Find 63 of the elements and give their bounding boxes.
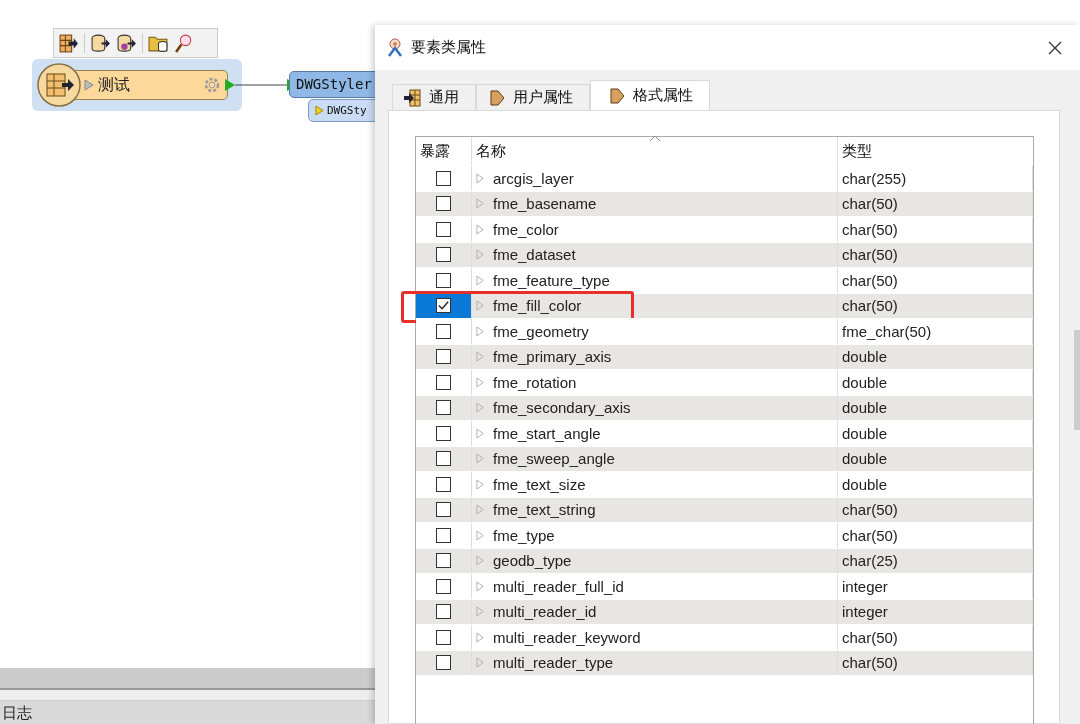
scroll-bar[interactable] (0, 668, 375, 690)
checkbox[interactable] (436, 578, 451, 594)
table-cell: fme_text_size (472, 472, 838, 497)
dialog-title: 要素类属性 (411, 38, 487, 57)
checkbox[interactable] (436, 451, 451, 467)
table-cell: fme_feature_type (472, 268, 838, 293)
arrow-icon (607, 85, 627, 106)
scroll-bar[interactable] (1074, 330, 1080, 430)
table-cell: char(50) (838, 650, 1033, 675)
close-icon[interactable] (1047, 39, 1063, 56)
column-header[interactable]: 类型 (838, 137, 1033, 165)
checkbox[interactable] (436, 221, 451, 237)
arrow-icon (487, 87, 507, 108)
table-cell: fme_geometry (472, 319, 838, 344)
table-cell: fme_char(50) (838, 319, 1033, 344)
checkbox[interactable] (436, 476, 451, 492)
table-cell: double (838, 421, 1033, 446)
table-cell: fme_start_angle (472, 421, 838, 446)
table-cell: char(50) (838, 268, 1033, 293)
checkbox[interactable] (436, 655, 451, 671)
database-export-icon[interactable] (90, 32, 111, 54)
checkbox[interactable] (436, 553, 451, 569)
table-cell: fme_rotation (472, 370, 838, 395)
table-cell: double (838, 370, 1033, 395)
sort-caret-icon[interactable] (649, 135, 661, 142)
checkbox[interactable] (436, 629, 451, 645)
table-cell: double (838, 472, 1033, 497)
checkbox[interactable] (436, 272, 451, 288)
checkbox[interactable] (436, 323, 451, 339)
table-cell: char(50) (838, 217, 1033, 242)
wizard-icon (385, 37, 405, 58)
log-tab[interactable]: 日志 (2, 704, 32, 721)
table-cell: arcgis_layer (472, 166, 838, 191)
tab[interactable]: 格式属性 (590, 80, 710, 110)
port-arrow-icon (315, 105, 324, 116)
checkbox[interactable] (436, 527, 451, 543)
checkbox[interactable] (436, 604, 451, 620)
checkbox[interactable] (436, 374, 451, 390)
table-export-icon (36, 62, 82, 108)
checkbox[interactable] (436, 400, 451, 416)
table-cell: multi_reader_keyword (472, 625, 838, 650)
tab[interactable]: 用户属性 (476, 84, 590, 110)
checkbox[interactable] (436, 170, 451, 186)
table-cell: integer (838, 574, 1033, 599)
table-import-icon (403, 87, 423, 108)
table-cell: char(50) (838, 625, 1033, 650)
table-cell: char(50) (838, 523, 1033, 548)
node-label: 测试 (98, 74, 131, 95)
checkbox[interactable] (436, 349, 451, 365)
checkbox[interactable] (436, 247, 451, 263)
table-cell: multi_reader_full_id (472, 574, 838, 599)
table-cell: multi_reader_type (472, 650, 838, 675)
table-export-icon[interactable] (58, 32, 79, 54)
database-gear-export-icon[interactable] (116, 32, 137, 54)
table-cell: fme_color (472, 217, 838, 242)
checkbox[interactable] (436, 196, 451, 212)
checkbox[interactable] (436, 502, 451, 518)
table-cell: fme_type (472, 523, 838, 548)
tab[interactable]: 通用 (392, 84, 476, 110)
port-label: DWGSty (327, 104, 367, 117)
checkbox[interactable] (436, 298, 451, 314)
checkbox[interactable] (436, 425, 451, 441)
table-cell: char(255) (838, 166, 1033, 191)
